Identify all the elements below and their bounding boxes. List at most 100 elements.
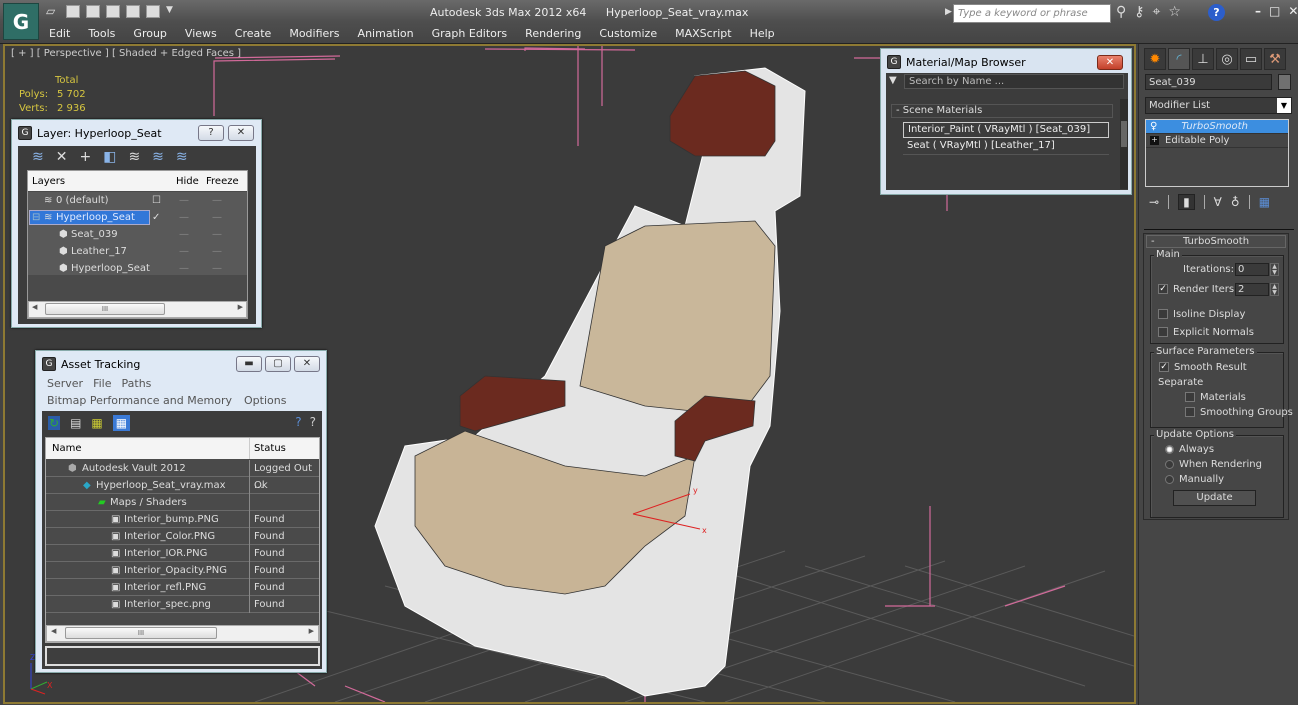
motion-icon[interactable]: ◎ <box>1216 48 1238 70</box>
project-folder-icon[interactable] <box>106 5 120 18</box>
show-end-result-icon[interactable]: ▮ <box>1178 194 1195 210</box>
isoline-display-checkbox[interactable] <box>1158 309 1168 319</box>
rollout-header-turbosmooth[interactable]: - TurboSmooth <box>1146 235 1286 248</box>
save-file-icon[interactable] <box>66 5 80 18</box>
scroll-thumb[interactable] <box>1121 121 1127 147</box>
freeze-toggle[interactable]: — <box>212 263 222 274</box>
asset-row[interactable]: ⬢ Autodesk Vault 2012 Logged Out ... <box>46 459 319 491</box>
maximize-button[interactable]: □ <box>1269 4 1280 18</box>
display-icon[interactable]: ▭ <box>1240 48 1262 70</box>
binoculars-icon[interactable]: ⚲ <box>1116 4 1126 20</box>
object-name-field[interactable]: Seat_039 <box>1145 74 1272 90</box>
current-layer-check[interactable]: ✓ <box>152 212 160 223</box>
menu-maxscript[interactable]: MAXScript <box>666 27 740 40</box>
create-layer-icon[interactable]: ≋ <box>32 149 44 165</box>
smoothing-groups-checkbox[interactable] <box>1185 407 1195 417</box>
utilities-icon[interactable]: ⚒ <box>1264 48 1286 70</box>
open-file-icon[interactable]: ▱ <box>46 5 60 18</box>
asset-restore-button[interactable]: ▢ <box>265 356 291 372</box>
menu-options[interactable]: Options <box>244 394 286 407</box>
asset-close-button[interactable]: ✕ <box>294 356 320 372</box>
material-browser-titlebar[interactable]: G Material/Map Browser <box>881 49 1131 75</box>
star-icon[interactable]: ☆ <box>1168 4 1181 20</box>
select-objects-icon[interactable]: ◧ <box>103 149 116 165</box>
radio-manually[interactable] <box>1165 475 1174 484</box>
render-iters-spinner-input[interactable]: 2 <box>1235 283 1269 296</box>
scroll-thumb[interactable]: III <box>65 627 217 639</box>
stack-item-editable-poly[interactable]: + Editable Poly <box>1146 134 1288 148</box>
col-freeze[interactable]: Freeze <box>206 176 239 187</box>
hierarchy-icon[interactable]: ⊥ <box>1192 48 1214 70</box>
material-search-input[interactable]: Search by Name ... <box>904 74 1124 89</box>
material-item[interactable]: Seat ( VRayMtl ) [Leather_17] <box>903 139 1109 155</box>
render-iters-spinner-arrows[interactable]: ▲ ▼ <box>1270 283 1279 296</box>
chevron-down-icon[interactable]: ▼ <box>1277 98 1291 113</box>
radio-when-rendering[interactable] <box>1165 460 1174 469</box>
col-status[interactable]: Status <box>249 438 286 459</box>
stack-item-turbosmooth[interactable]: ♀ TurboSmooth <box>1146 120 1288 134</box>
menu-server[interactable]: Server <box>47 377 83 390</box>
layer-object-row[interactable]: ⬢ Seat_039 — — <box>28 226 247 243</box>
menu-animation[interactable]: Animation <box>349 27 423 40</box>
iterations-spinner-arrows[interactable]: ▲ ▼ <box>1270 263 1279 276</box>
layer-object-row[interactable]: ⬢ Hyperloop_Seat — — <box>28 260 247 277</box>
layer-help-button[interactable]: ? <box>198 125 224 141</box>
menu-file[interactable]: File <box>93 377 111 390</box>
redo-icon[interactable] <box>126 5 140 18</box>
layer-object-row[interactable]: ⬢ Leather_17 — — <box>28 243 247 260</box>
key-icon[interactable]: ⚷ <box>1134 4 1144 20</box>
search-expand-icon[interactable]: ▶ <box>945 7 952 17</box>
menu-group[interactable]: Group <box>124 27 176 40</box>
create-icon[interactable]: ✹ <box>1144 48 1166 70</box>
menu-customize[interactable]: Customize <box>590 27 666 40</box>
scroll-right-icon[interactable]: ▶ <box>238 303 243 311</box>
collapse-icon[interactable]: ⊟ <box>32 212 40 223</box>
freeze-toggle[interactable]: — <box>212 229 222 240</box>
viewport-label[interactable]: [ + ] [ Perspective ] [ Shaded + Edged F… <box>11 48 241 59</box>
table-view-icon[interactable]: ▦ <box>112 415 131 431</box>
make-unique-icon[interactable]: ∀ <box>1214 195 1222 209</box>
freeze-toggle[interactable]: — <box>212 246 222 257</box>
undo-icon[interactable] <box>86 5 100 18</box>
dropdown-arrow-icon[interactable]: ▼ <box>166 5 180 18</box>
col-hide[interactable]: Hide <box>176 176 199 187</box>
keyword-search-input[interactable]: Type a keyword or phrase <box>953 4 1111 23</box>
asset-row[interactable]: ◆ Hyperloop_Seat_vray.max Ok <box>46 476 319 494</box>
help-globe-icon[interactable]: ? <box>295 415 301 429</box>
tree-icon[interactable]: ▦ <box>91 416 102 430</box>
radio-always[interactable] <box>1165 445 1174 454</box>
asset-row[interactable]: ▣ Interior_spec.png Found <box>46 595 319 613</box>
menu-create[interactable]: Create <box>226 27 281 40</box>
asset-row[interactable]: ▣ Interior_Opacity.PNG Found <box>46 561 319 579</box>
menu-views[interactable]: Views <box>176 27 226 40</box>
material-vscrollbar[interactable] <box>1120 99 1128 189</box>
freeze-all-icon[interactable]: ≋ <box>176 149 188 165</box>
modifier-list-dropdown[interactable]: Modifier List ▼ <box>1145 97 1292 114</box>
satellite-icon[interactable]: ⌖ <box>1153 4 1161 20</box>
pin-stack-icon[interactable]: ⊸ <box>1149 195 1159 209</box>
browser-options-icon[interactable]: ▼ <box>889 75 897 86</box>
asset-row[interactable]: ▣ Interior_bump.PNG Found <box>46 510 319 528</box>
smooth-result-checkbox[interactable]: ✓ <box>1159 362 1169 372</box>
highlight-layer-icon[interactable]: ≋ <box>128 149 140 165</box>
lightbulb-icon[interactable]: ♀ <box>1150 121 1157 132</box>
close-button[interactable]: ✕ <box>1288 4 1298 18</box>
layer-row-selected[interactable]: ⊟ ≋ Hyperloop_Seat ✓ — — <box>28 209 247 226</box>
col-name[interactable]: Name <box>52 443 82 454</box>
hold-icon[interactable] <box>146 5 160 18</box>
menu-tools[interactable]: Tools <box>79 27 124 40</box>
col-layers[interactable]: Layers <box>32 176 65 187</box>
menu-help[interactable]: Help <box>741 27 784 40</box>
layer-close-button[interactable]: ✕ <box>228 125 254 141</box>
hide-toggle[interactable]: — <box>179 229 189 240</box>
asset-row[interactable]: ▰ Maps / Shaders <box>46 493 319 511</box>
layer-hscrollbar[interactable]: ◀ III ▶ <box>28 301 247 318</box>
hide-toggle[interactable]: — <box>179 263 189 274</box>
hide-toggle[interactable]: — <box>179 246 189 257</box>
add-to-layer-icon[interactable]: + <box>79 149 91 165</box>
hide-toggle[interactable]: — <box>179 195 189 206</box>
material-browser-close-button[interactable]: ✕ <box>1097 55 1123 70</box>
3dsmax-logo-icon[interactable]: G <box>3 3 39 40</box>
asset-row[interactable]: ▣ Interior_refl.PNG Found <box>46 578 319 596</box>
scene-materials-group[interactable]: - Scene Materials <box>891 104 1113 118</box>
